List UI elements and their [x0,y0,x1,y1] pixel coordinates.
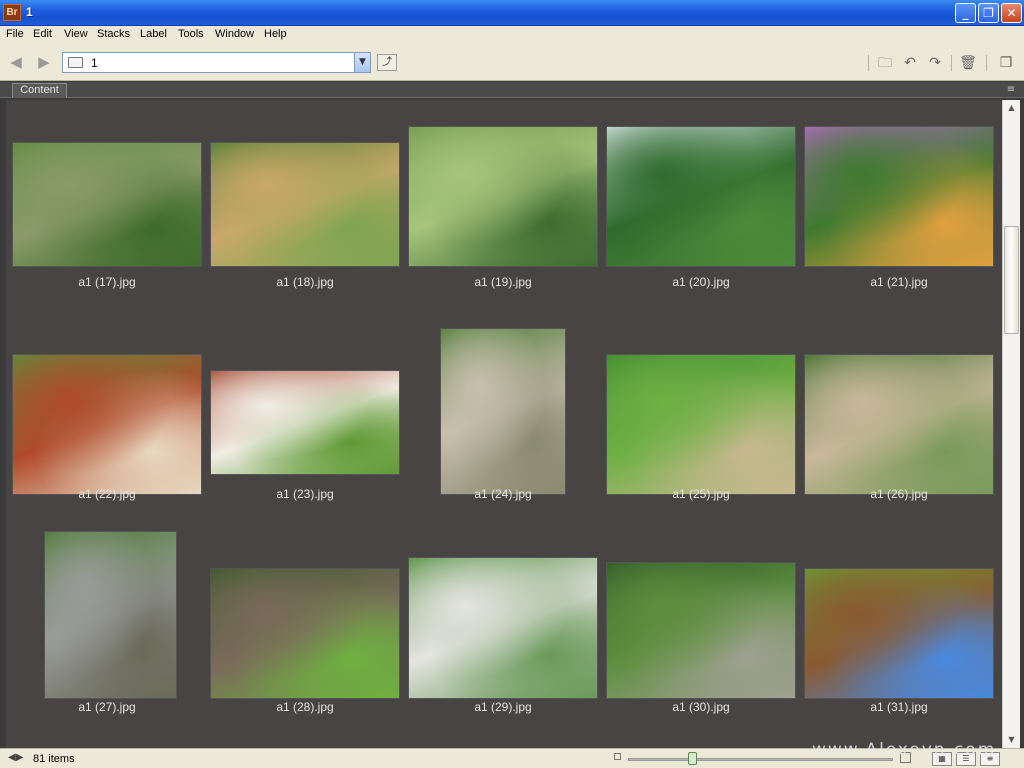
thumbnail-filename: a1 (31).jpg [870,700,928,714]
thumbnail-filename: a1 (28).jpg [276,700,334,714]
maximize-button[interactable]: ❐ [978,3,999,23]
path-dropdown[interactable]: 1 ▼ [62,52,371,73]
menu-file[interactable]: File [6,28,24,40]
path-text: 1 [91,56,98,70]
thumbnail-cell[interactable] [800,333,998,503]
up-folder-button[interactable]: ⤴ [377,54,397,71]
thumbnail-cell[interactable] [8,531,206,715]
thumbnail-filename: a1 (27).jpg [78,700,136,714]
thumbnail-image[interactable] [606,126,796,267]
thumbnail-cell[interactable] [602,333,800,503]
vertical-scrollbar[interactable]: ▲ ▼ [1002,100,1020,748]
app-logo-icon: Br [3,4,21,21]
menu-bar: File Edit View Stacks Label Tools Window… [0,26,1024,45]
thumbnail-image[interactable] [12,354,202,495]
thumbnail-cell[interactable] [602,545,800,715]
new-folder-icon[interactable]: 🗀 [876,54,894,72]
item-count: 81 items [33,753,75,765]
toolbar-divider [986,55,987,71]
minimize-button[interactable]: _ [955,3,976,23]
thumbnail-image[interactable] [210,370,400,475]
thumbnail-filename: a1 (24).jpg [474,487,532,501]
bridge-window: Br 1 _ ❐ ✕ File Edit View Stacks Label T… [0,0,1024,768]
window-title: 1 [26,5,33,19]
thumbnail-cell[interactable] [206,333,404,503]
path-bar: ◀ ▶ 1 ▼ ⤴ 🗀 ↶ ↷ 🗑 ❐ [0,45,1024,81]
panel-tab-strip: Content ≡ [0,82,1024,98]
thumbnail-cell[interactable] [8,333,206,503]
scroll-up-icon[interactable]: ▲ [1003,100,1020,116]
thumbnail-image[interactable] [804,126,994,267]
thumbnail-filename: a1 (25).jpg [672,487,730,501]
menu-tools[interactable]: Tools [178,28,204,40]
thumbnail-image[interactable] [804,568,994,699]
thumbnail-filename: a1 (22).jpg [78,487,136,501]
zoom-out-icon[interactable] [614,753,621,760]
thumbnail-cell[interactable] [404,120,602,290]
toolbar-divider [951,55,952,71]
menu-label[interactable]: Label [140,28,167,40]
thumbnail-image[interactable] [606,562,796,699]
panel-menu-icon[interactable]: ≡ [1004,84,1018,96]
thumbnail-filename: a1 (20).jpg [672,275,730,289]
thumbnail-image[interactable] [210,568,400,699]
thumbnail-cell[interactable] [206,545,404,715]
thumbnail-cell[interactable] [800,545,998,715]
thumbnail-filename: a1 (26).jpg [870,487,928,501]
menu-window[interactable]: Window [215,28,254,40]
thumbnail-cell[interactable] [404,545,602,715]
thumbnail-cell[interactable] [206,120,404,290]
thumbnail-filename: a1 (21).jpg [870,275,928,289]
title-bar: Br 1 _ ❐ ✕ [0,0,1024,26]
watermark-text: www.Aloxovn.com [812,740,997,760]
menu-stacks[interactable]: Stacks [97,28,130,40]
thumbnail-grid: a1 (17).jpg a1 (18).jpg a1 (19).jpg a1 (20)… [6,100,1002,748]
trash-icon[interactable]: 🗑 [959,54,977,72]
thumbnail-image[interactable] [210,142,400,267]
close-button[interactable]: ✕ [1001,3,1022,23]
thumbnail-image[interactable] [44,531,177,699]
forward-arrow-icon[interactable]: ▶ [34,53,54,71]
thumbnail-image[interactable] [804,354,994,495]
folder-icon [68,57,83,68]
toolbar-divider [868,55,869,71]
thumbnail-image[interactable] [606,354,796,495]
thumbnail-cell[interactable] [8,120,206,290]
thumbnail-image[interactable] [408,557,598,699]
thumbnail-cell[interactable] [602,120,800,290]
rotate-right-icon[interactable]: ↷ [926,54,944,72]
slider-knob[interactable] [688,752,697,765]
thumbnail-filename: a1 (17).jpg [78,275,136,289]
thumbnail-image[interactable] [12,142,202,267]
thumbnail-filename: a1 (18).jpg [276,275,334,289]
thumbnail-filename: a1 (23).jpg [276,487,334,501]
menu-view[interactable]: View [64,28,88,40]
back-arrow-icon[interactable]: ◀ [6,53,26,71]
thumbnail-cell[interactable] [800,120,998,290]
chevron-down-icon[interactable]: ▼ [354,53,370,72]
thumbnail-filename: a1 (30).jpg [672,700,730,714]
menu-help[interactable]: Help [264,28,287,40]
tab-content[interactable]: Content [12,83,67,98]
compact-mode-icon[interactable]: ❐ [997,54,1015,72]
thumbnail-filename: a1 (19).jpg [474,275,532,289]
rotate-left-icon[interactable]: ↶ [901,54,919,72]
content-panel: Content ≡ a1 (17).jpg a1 (18).jpg a1 (19).… [0,82,1024,748]
thumbnail-filename: a1 (29).jpg [474,700,532,714]
scrollbar-thumb[interactable] [1004,226,1019,334]
thumbnail-image[interactable] [408,126,598,267]
menu-edit[interactable]: Edit [33,28,52,40]
panel-toggle-icon[interactable]: ◀▶ [8,752,23,763]
thumbnail-cell[interactable] [404,328,602,503]
scroll-down-icon[interactable]: ▼ [1003,732,1020,748]
thumbnail-image[interactable] [440,328,566,495]
